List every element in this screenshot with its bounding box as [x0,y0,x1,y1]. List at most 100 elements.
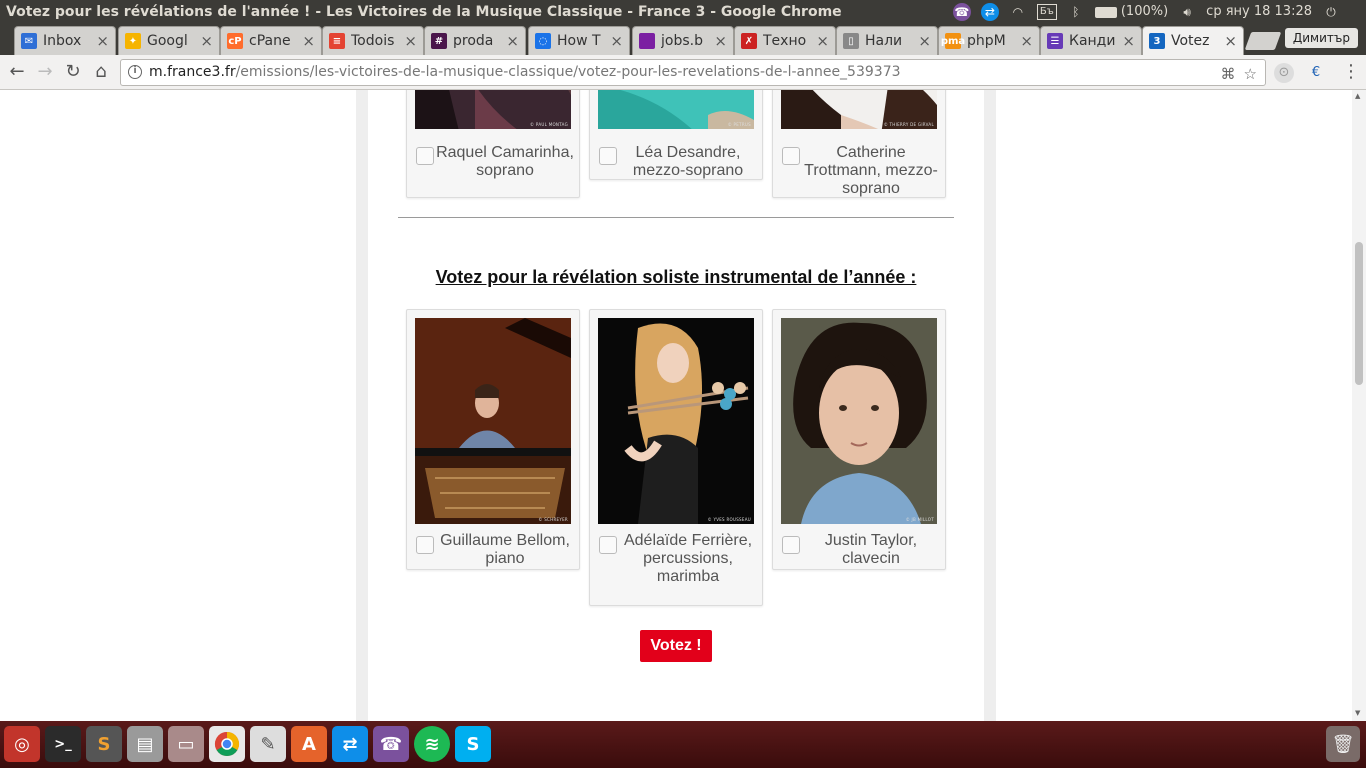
close-tab-icon[interactable]: × [506,32,519,50]
viber-icon[interactable]: ☎ [373,726,409,762]
vote-submit-button[interactable]: Votez ! [640,630,712,662]
chrome-icon[interactable] [209,726,245,762]
close-tab-icon[interactable]: × [610,32,623,50]
techno-icon: ✗ [741,33,757,49]
photo-credit: © PAUL MONTAG [530,122,568,127]
battery-indicator[interactable]: (100%) [1094,0,1168,24]
address-bar[interactable]: i m.france3.fr/emissions/les-victoires-d… [120,59,1266,86]
file-manager-icon[interactable]: ▤ [127,726,163,762]
tab-label: cPane [249,33,291,49]
skype-icon[interactable]: S [455,726,491,762]
vote-checkbox[interactable] [599,147,617,165]
sublime-text-icon[interactable]: S [86,726,122,762]
tab-8[interactable]: ✗ Техно × [734,26,836,55]
teamviewer-tray-icon[interactable]: ⇄ [980,3,999,21]
todoist-icon: ≡ [329,33,345,49]
candidate-name: Adélaïde Ferrière, percussions, marimba [623,532,753,585]
candidate-card-lea[interactable]: © PETRUS Léa Desandre, mezzo-soprano [589,90,763,180]
tab-label: Канди [1069,33,1116,49]
tab-3[interactable]: cP cPane × [220,26,322,55]
reload-icon[interactable]: ↻ [62,61,84,83]
candidate-card-raquel[interactable]: © PAUL MONTAG Raquel Camarinha, soprano [406,90,580,198]
tab-1[interactable]: ✉ Inbox × [14,26,116,55]
page-gutter-left [356,90,368,721]
trash-icon[interactable]: 🗑︎ [1326,726,1360,762]
wifi-icon[interactable]: ◠ [1009,3,1027,21]
menu-icon[interactable]: ⋮ [1340,61,1362,83]
vote-checkbox[interactable] [416,536,434,554]
new-tab-button[interactable] [1244,32,1282,50]
candidate-card-guillaume[interactable]: © SCHREYER Guillaume Bellom, piano [406,309,580,570]
vote-checkbox[interactable] [599,536,617,554]
tab-2[interactable]: ✦ Googl × [118,26,220,55]
tab-7[interactable]: jobs.b × [632,26,734,55]
home-icon[interactable]: ⌂ [90,61,112,83]
tab-label: jobs.b [661,33,703,49]
tab-label: Votez [1171,33,1210,49]
tab-5[interactable]: # proda × [424,26,526,55]
teamviewer-icon[interactable]: ⇄ [332,726,368,762]
disk-icon[interactable]: ▭ [168,726,204,762]
scroll-up-icon[interactable]: ▲ [1355,92,1360,100]
tab-label: phpM [967,33,1006,49]
close-tab-icon[interactable]: × [96,32,109,50]
close-tab-icon[interactable]: × [918,32,931,50]
close-tab-icon[interactable]: × [1020,32,1033,50]
translate-icon[interactable]: ⌘ [1221,62,1236,87]
candidate-photo: © PETRUS [598,90,754,129]
ubuntu-dash-icon[interactable]: ◎ [4,726,40,762]
close-tab-icon[interactable]: × [200,32,213,50]
vote-checkbox[interactable] [782,536,800,554]
tab-6[interactable]: ◌ How T × [528,26,630,55]
euro-extension-icon[interactable]: € [1306,63,1326,83]
site-info-icon[interactable]: i [128,65,142,79]
tab-strip: Димитър ✉ Inbox × ✦ Googl × cP cPane × ≡ Todois × # p… [0,24,1366,55]
keyboard-layout-icon[interactable]: Бъ [1036,4,1057,20]
vote-checkbox[interactable] [782,147,800,165]
text-editor-icon[interactable]: ✎ [250,726,286,762]
photo-credit: © YVES ROUSSEAU [707,517,751,522]
tab-11[interactable]: ☰ Канди × [1040,26,1142,55]
back-icon[interactable]: ← [6,61,28,83]
tab-10[interactable]: pma phpM × [938,26,1040,55]
candidate-card-catherine[interactable]: © THIERRY DE GIRVAL Catherine Trottmann,… [772,90,946,198]
spotify-icon[interactable]: ≋ [414,726,450,762]
france3-icon: 3 [1149,33,1165,49]
bookmark-star-icon[interactable]: ☆ [1244,62,1257,87]
photo-credit: © PETRUS [727,122,751,127]
close-tab-icon[interactable]: × [816,32,829,50]
terminal-icon[interactable]: >_ [45,726,81,762]
power-icon[interactable]: ⏻ [1322,3,1340,21]
close-tab-icon[interactable]: × [302,32,315,50]
candidate-name: Léa Desandre, mezzo-soprano [632,144,744,179]
close-tab-icon[interactable]: × [1224,32,1237,50]
candidate-card-justin[interactable]: © JB MILLOT Justin Taylor, clavecin [772,309,946,570]
tab-label: proda [453,33,494,49]
clock[interactable]: ср яну 18 13:28 [1206,0,1312,24]
forward-icon[interactable]: → [34,61,56,83]
battery-icon [1094,6,1117,18]
tab-4[interactable]: ≡ Todois × [322,26,424,55]
vote-checkbox[interactable] [416,147,434,165]
scrollbar-thumb[interactable] [1355,242,1363,385]
candidate-card-adelaide[interactable]: © YVES ROUSSEAU Adélaïde Ferrière, percu… [589,309,763,606]
volume-icon[interactable]: 🔊︎ [1178,3,1196,21]
profile-button[interactable]: Димитър [1284,28,1358,48]
scroll-down-icon[interactable]: ▼ [1355,709,1360,717]
tab-label: How T [557,33,601,49]
page-scrollbar[interactable]: ▲ ▼ [1352,90,1366,721]
adelaide-photo-icon [598,318,754,524]
ubuntu-launcher: ◎ >_ S ▤ ▭ ✎ A ⇄ ☎ ≋ S 🗑︎ [0,721,1366,768]
close-tab-icon[interactable]: × [714,32,727,50]
system-tray: ☎ ⇄ ◠ Бъ ᛒ (100%) 🔊︎ ср яну 18 13:28 ⏻ [952,0,1366,24]
software-center-icon[interactable]: A [291,726,327,762]
extension-icon[interactable]: ⊙ [1274,63,1294,83]
tab-12[interactable]: 3 Votez × [1142,26,1244,55]
tab-9[interactable]: ▯ Нали × [836,26,938,55]
close-tab-icon[interactable]: × [404,32,417,50]
gmail-icon: ✉ [21,33,37,49]
bluetooth-icon[interactable]: ᛒ [1067,3,1085,21]
photo-credit: © SCHREYER [538,517,568,522]
close-tab-icon[interactable]: × [1122,32,1135,50]
viber-tray-icon[interactable]: ☎ [952,3,971,21]
